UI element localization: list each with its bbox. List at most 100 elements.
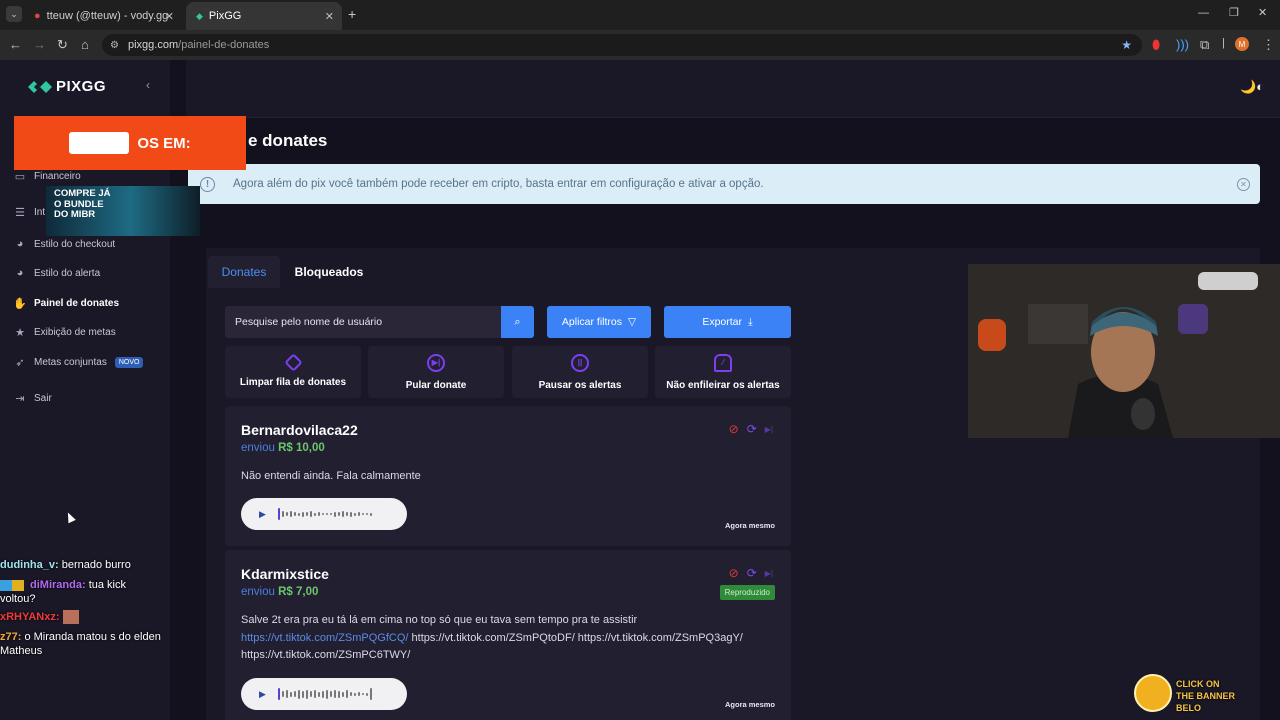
bell-off-icon: ⁄ <box>714 353 732 372</box>
skip-icon[interactable]: ▶| <box>765 425 773 436</box>
extension-wave-icon[interactable]: ))) <box>1176 37 1189 52</box>
home-icon[interactable]: ⌂ <box>81 37 89 52</box>
chat-message: dudinha_v: bernado burro <box>0 559 131 571</box>
profile-avatar[interactable]: M <box>1235 37 1249 51</box>
search-button[interactable]: ⌕ <box>501 306 534 338</box>
wallet-icon: ▭ <box>14 170 26 183</box>
extensions-puzzle-icon[interactable]: ⧉ <box>1200 37 1209 53</box>
extension-shield-icon[interactable]: ⬮ <box>1152 37 1160 53</box>
sidebar-item-estilo-alerta[interactable]: ◕ Estilo do alerta <box>14 267 100 279</box>
export-button[interactable]: Exportar ⤓ <box>664 306 791 338</box>
list-icon: ☰ <box>15 206 25 219</box>
no-queue-alerts-button[interactable]: ⁄ Não enfileirar os alertas <box>655 346 791 398</box>
palette-icon: ◕ <box>16 238 24 250</box>
apply-filters-button[interactable]: Aplicar filtros ▽ <box>547 306 651 338</box>
close-window-icon[interactable]: ✕ <box>1258 6 1267 19</box>
forward-icon[interactable]: → <box>33 37 46 52</box>
play-icon[interactable]: ▶ <box>259 509 266 520</box>
sidebar-item-estilo-checkout[interactable]: ◕ Estilo do checkout <box>14 238 116 250</box>
site-info-icon[interactable]: ⚙ <box>110 40 119 51</box>
restore-icon[interactable]: ❐ <box>1229 6 1239 19</box>
mibr-ad-overlay: COMPRE JÁ O BUNDLE DO MIBR <box>46 186 200 236</box>
donate-amount: enviou R$ 7,00 <box>241 586 319 598</box>
divider: | <box>1222 37 1225 49</box>
tab-vody[interactable]: ● tteuw (@tteuw) - vody.gg ✕ <box>24 2 182 30</box>
new-badge: NOVO <box>114 356 144 368</box>
waveform[interactable] <box>277 688 372 700</box>
browser-tabbar: ⌄ ● tteuw (@tteuw) - vody.gg ✕ ◆ PixGG ✕… <box>0 0 1280 30</box>
logo[interactable]: PIXGG <box>28 78 106 95</box>
rocket-icon: ➶ <box>15 356 25 369</box>
tab-search-icon[interactable]: ⌄ <box>6 6 22 22</box>
sidebar-item-financeiro[interactable]: ▭ Financeiro <box>14 170 81 183</box>
sidebar-item-exibicao-metas[interactable]: ★ Exibição de metas <box>14 326 116 339</box>
block-icon[interactable]: ⊘ <box>729 566 739 580</box>
donate-message: Salve 2t era pra eu tá lá em cima no top… <box>241 614 743 661</box>
minimize-icon[interactable]: — <box>1198 7 1209 19</box>
audio-player[interactable]: ▶ <box>241 678 407 710</box>
bookmark-star-icon[interactable]: ★ <box>1121 38 1132 52</box>
donate-actions: ⊘ ⟳ ▶| <box>729 422 773 436</box>
filter-icon: ▽ <box>628 316 637 328</box>
chat-badge-icon <box>0 579 12 591</box>
collapse-sidebar-icon[interactable]: ‹ <box>146 78 150 92</box>
chat-message: diMiranda: tua kick voltou? <box>0 579 126 605</box>
close-alert-icon[interactable]: ✕ <box>1237 177 1250 191</box>
search-icon: ⌕ <box>514 315 521 328</box>
donate-card: Bernardovilaca22 enviou R$ 10,00 ⊘ ⟳ ▶| … <box>225 406 791 546</box>
new-tab-button[interactable]: + <box>348 6 356 22</box>
replay-icon[interactable]: ⟳ <box>747 566 757 580</box>
banner-logo <box>69 132 130 154</box>
reload-icon[interactable]: ↻ <box>57 37 68 53</box>
logout-icon: ⇥ <box>15 392 25 405</box>
chat-message: z77: o Miranda matou s do elden Matheus <box>0 631 161 657</box>
tab-donates[interactable]: Donates <box>208 256 280 288</box>
waveform[interactable] <box>277 508 372 520</box>
back-icon[interactable]: ← <box>9 37 22 52</box>
pixgg-favicon-icon: ◆ <box>196 10 203 21</box>
skip-icon[interactable]: ▶| <box>765 569 773 580</box>
donate-card: Kdarmixstice enviou R$ 7,00 ⊘ ⟳ ▶| Repro… <box>225 550 791 720</box>
chat-message: xRHYANxz: <box>0 610 79 625</box>
play-icon[interactable]: ▶ <box>259 689 266 700</box>
stream-banner-overlay: OS EM: <box>14 116 246 170</box>
mouse-cursor-icon <box>64 510 76 524</box>
block-icon[interactable]: ⊘ <box>729 422 739 436</box>
menu-dots-icon[interactable]: ⋮ <box>1262 37 1275 53</box>
theme-toggle-icon[interactable]: 🌙◐ <box>1240 79 1264 95</box>
close-tab-icon[interactable]: ✕ <box>165 10 174 23</box>
vody-favicon-icon: ● <box>34 10 41 22</box>
search-input[interactable]: Pesquise pelo nome de usuário <box>225 306 501 338</box>
donate-actions: ⊘ ⟳ ▶| <box>729 566 773 580</box>
address-bar[interactable]: ⚙ pixgg.com/painel-de-donates ★ <box>102 34 1142 56</box>
webcam-overlay <box>968 264 1280 438</box>
crown-badge-icon <box>12 579 24 591</box>
emote-icon <box>62 610 79 625</box>
eraser-icon <box>283 353 303 372</box>
tiktok-link[interactable]: https://vt.tiktok.com/ZSmPQGfCQ/ <box>241 632 408 644</box>
download-icon: ⤓ <box>748 315 753 328</box>
sidebar-item-int[interactable]: ☰ Int <box>14 206 45 219</box>
star-icon: ★ <box>15 326 25 339</box>
browser-toolbar: ← → ↻ ⌂ ⚙ pixgg.com/painel-de-donates ★ … <box>0 30 1280 60</box>
clear-queue-button[interactable]: Limpar fila de donates <box>225 346 361 398</box>
status-badge: Reproduzido <box>719 585 775 600</box>
tab-bloqueados[interactable]: Bloqueados <box>288 256 370 288</box>
replay-icon[interactable]: ⟳ <box>747 422 757 436</box>
coin-icon <box>1134 674 1172 712</box>
sidebar-item-sair[interactable]: ⇥ Sair <box>14 392 51 405</box>
top-bar: 🌙◐ <box>186 60 1280 118</box>
pause-alerts-button[interactable]: || Pausar os alertas <box>512 346 648 398</box>
sidebar-item-metas-conjuntas[interactable]: ➶ Metas conjuntas NOVO <box>14 356 144 369</box>
skip-donate-button[interactable]: ▶| Pular donate <box>368 346 504 398</box>
close-tab-icon[interactable]: ✕ <box>325 10 334 23</box>
sidebar-item-painel-donates[interactable]: ✋ Painel de donates <box>13 297 119 310</box>
skip-icon: ▶| <box>427 353 445 372</box>
tab-pixgg[interactable]: ◆ PixGG ✕ <box>186 2 342 30</box>
donate-icon: ✋ <box>13 297 27 310</box>
pause-icon: || <box>571 353 589 372</box>
audio-player[interactable]: ▶ <box>241 498 407 530</box>
pixgg-logo-icon <box>28 80 52 93</box>
streamer-webcam-image <box>968 264 1280 438</box>
donate-amount: enviou R$ 10,00 <box>241 442 325 454</box>
